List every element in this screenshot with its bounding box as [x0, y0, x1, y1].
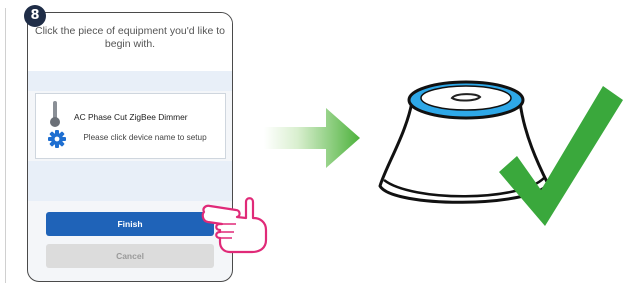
step-number-badge: 8 — [24, 5, 46, 27]
pointing-hand-icon — [201, 197, 268, 254]
finish-button[interactable]: Finish — [46, 212, 214, 236]
device-name-link[interactable]: AC Phase Cut ZigBee Dimmer — [74, 112, 188, 122]
device-setup-hint: Please click device name to setup — [83, 133, 207, 142]
device-list-item[interactable]: AC Phase Cut ZigBee Dimmer Please click … — [35, 93, 226, 159]
page-edge-line — [5, 8, 6, 283]
cancel-button[interactable]: Cancel — [46, 244, 214, 268]
gear-icon[interactable] — [48, 130, 66, 148]
checkmark-icon — [499, 86, 623, 226]
list-band-top — [28, 71, 232, 91]
thermometer-icon — [50, 101, 60, 127]
instruction-text: Click the piece of equipment you'd like … — [28, 13, 232, 71]
green-arrow-icon — [264, 108, 360, 168]
